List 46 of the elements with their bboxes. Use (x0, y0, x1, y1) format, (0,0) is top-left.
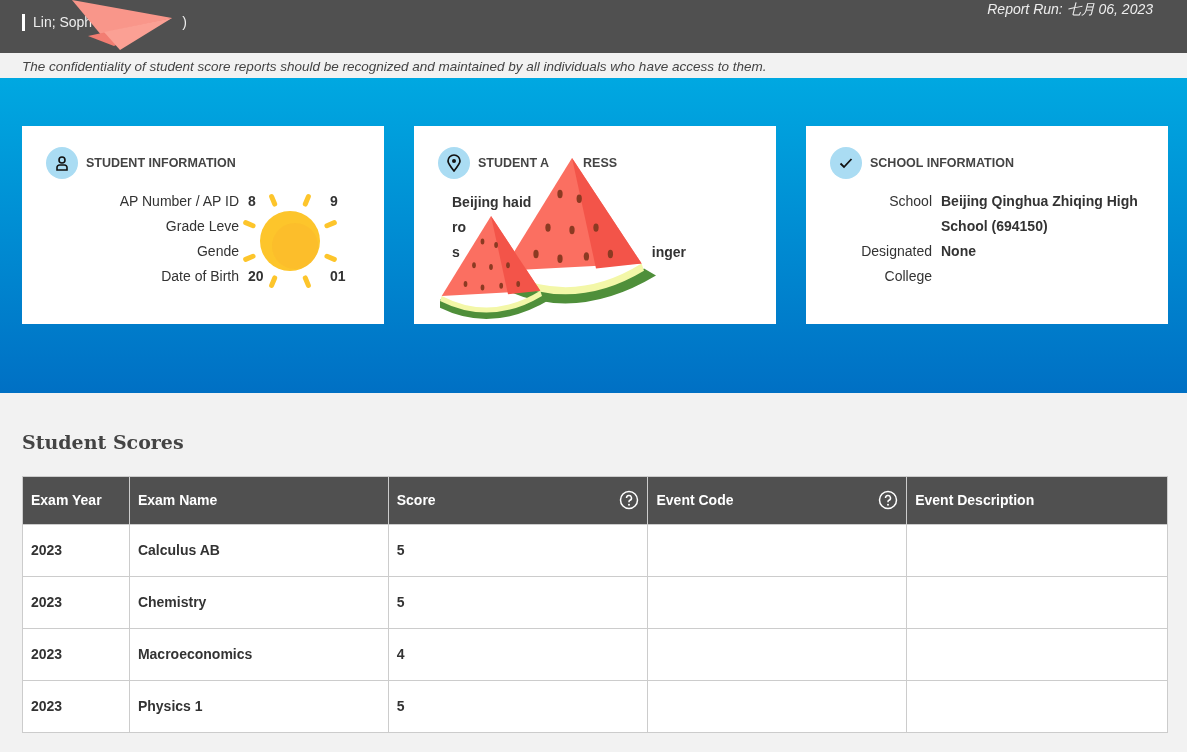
table-cell: 5 (388, 524, 648, 577)
column-header: Score (388, 476, 648, 525)
address-line: inger (651, 244, 687, 260)
table-cell: Physics 1 (129, 680, 389, 733)
confidentiality-notice: The confidentiality of student score reports should be recognized and maintained by all individuals who have access to them. (21, 58, 768, 76)
column-header: Exam Name (129, 476, 389, 525)
student-name: ) (182, 14, 187, 31)
table-cell: 2023 (22, 680, 130, 733)
column-header: Event Code (647, 476, 907, 525)
checkmark-icon (830, 147, 862, 179)
field-label: Designated College (860, 242, 932, 286)
card-title: STUDENT INFORMATION (86, 154, 236, 172)
table-cell: 2023 (22, 524, 130, 577)
address-line: ro (452, 219, 466, 235)
person-icon (46, 147, 78, 179)
location-pin-icon (438, 147, 470, 179)
table-cell: 2023 (22, 576, 130, 629)
field-label: School (888, 192, 932, 211)
table-cell: 5 (388, 680, 648, 733)
field-value: 8 (248, 192, 257, 211)
help-icon[interactable] (619, 489, 640, 510)
report-run-date: Report Run: 七月 06, 2023 (987, 0, 1153, 18)
table-cell: 5 (388, 576, 648, 629)
field-value: 20 (248, 267, 265, 286)
card-title: SCHOOL INFORMATION (870, 154, 1014, 172)
field-value: 9 (330, 193, 338, 209)
field-label: AP Number / AP ID (118, 192, 239, 211)
help-icon[interactable] (878, 489, 899, 510)
field-value: 01 (330, 268, 346, 284)
card-title: RESS (583, 154, 618, 172)
field-label: Date of Birth (160, 267, 239, 286)
field-label: Gende (195, 242, 239, 261)
section-title: Student Scores (22, 431, 185, 454)
column-header: Exam Year (22, 476, 130, 525)
field-value: Beijing Qinghua Zhiqing High School (694150) (941, 193, 1138, 234)
address-line: s (452, 244, 460, 260)
address-line: Beijing haid (452, 194, 532, 210)
table-cell: 4 (388, 628, 648, 681)
table-cell: Macroeconomics (129, 628, 389, 681)
column-header: Event Description (906, 476, 1168, 525)
card-title: STUDENT A (478, 154, 550, 172)
table-cell: 2023 (22, 628, 130, 681)
field-label: Grade Leve (164, 217, 239, 236)
table-cell: Calculus AB (129, 524, 389, 577)
table-cell: Chemistry (129, 576, 389, 629)
field-value: None (941, 243, 976, 259)
